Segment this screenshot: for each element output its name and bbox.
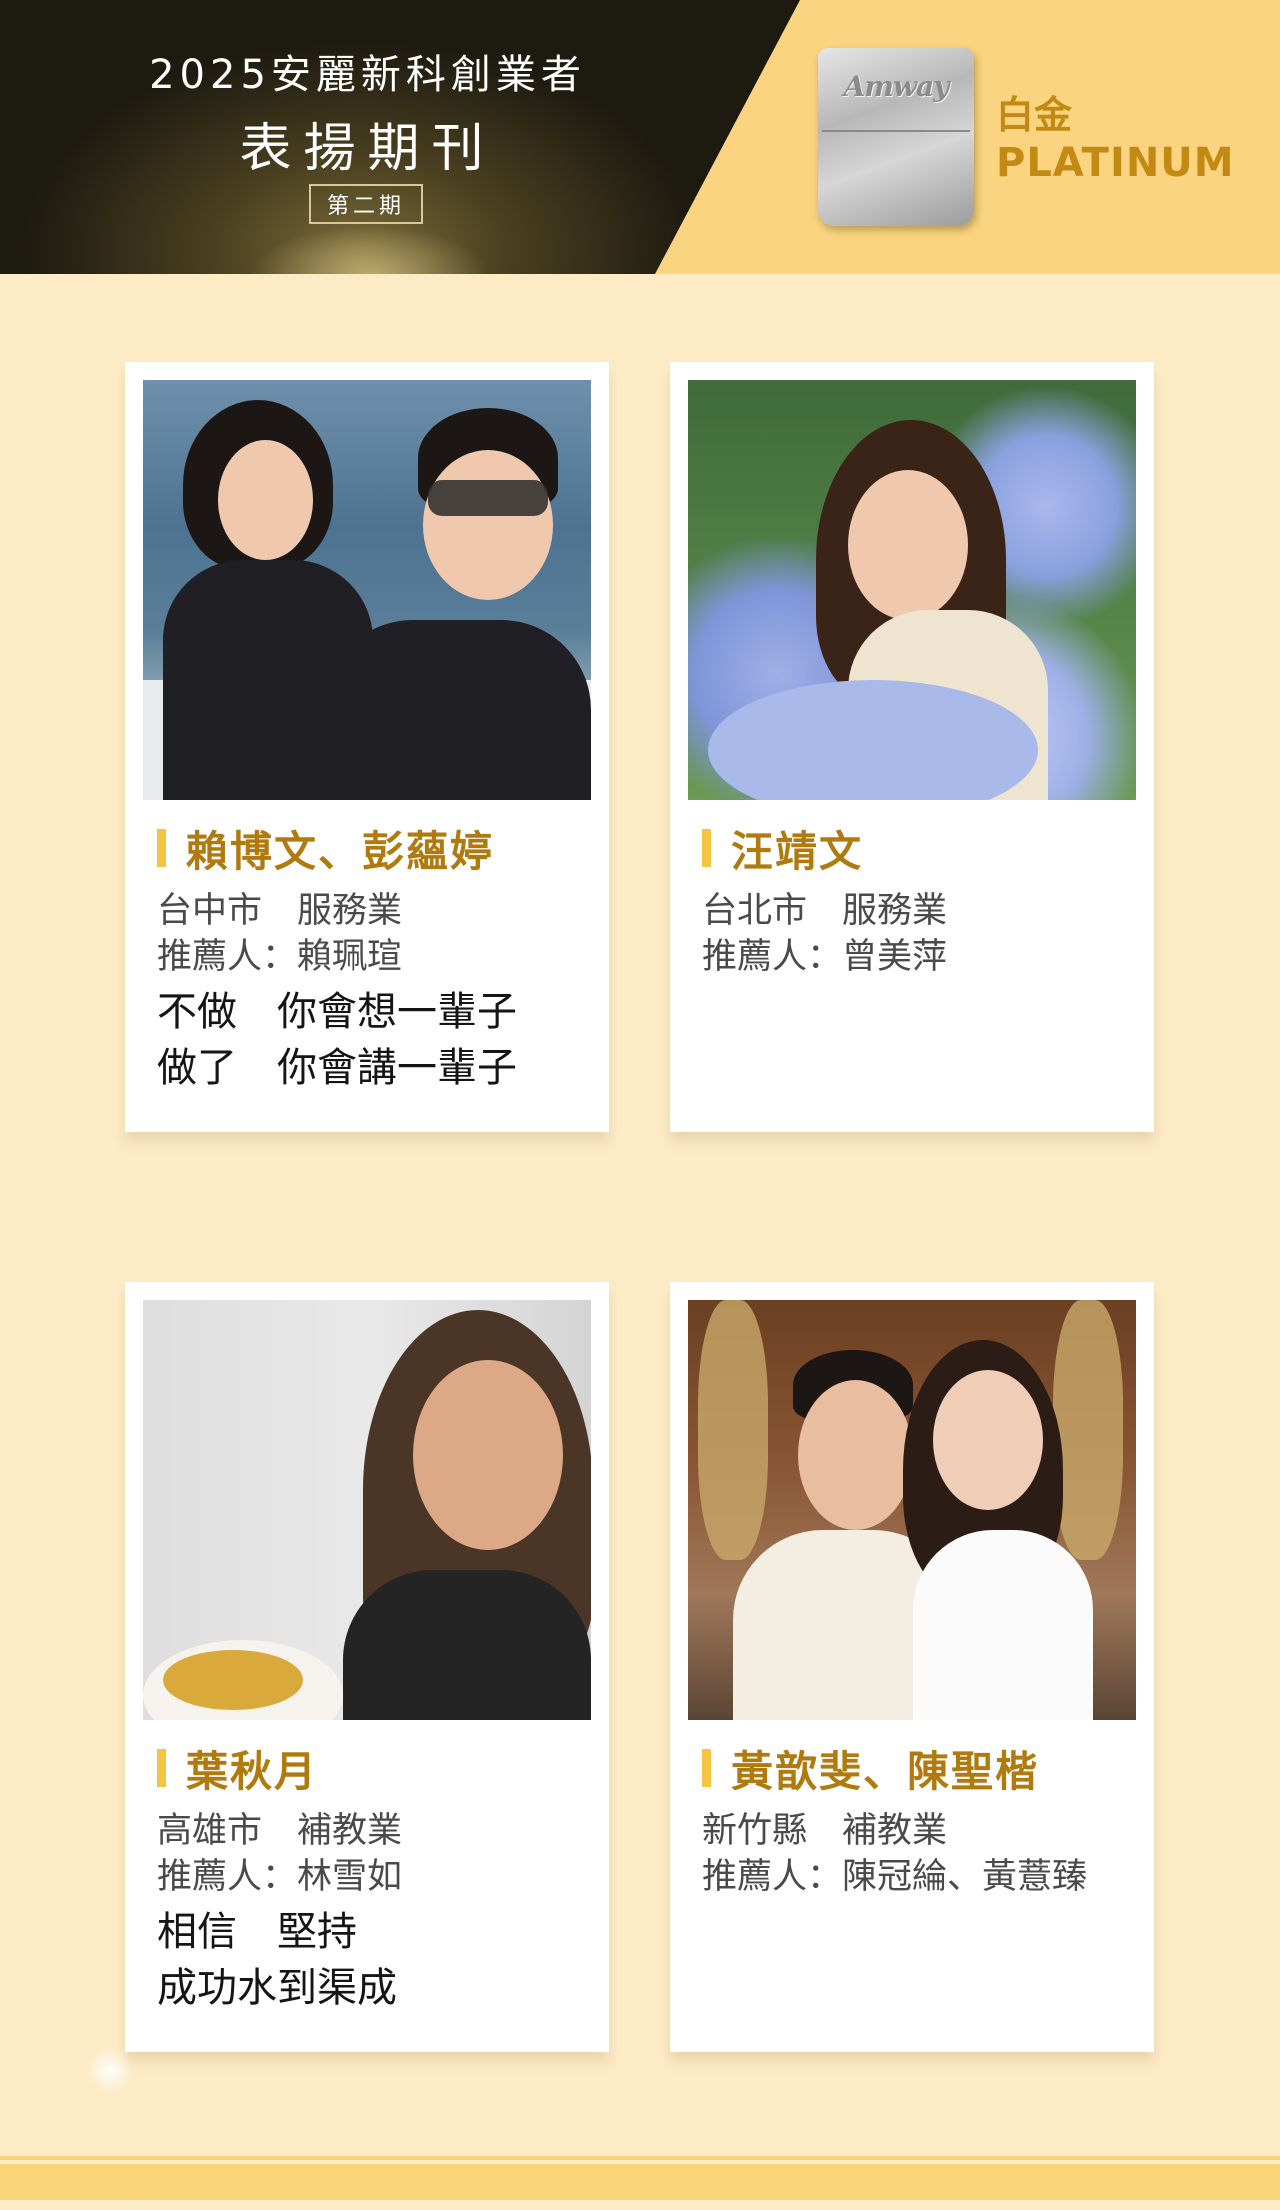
member-location: 台北市 服務業 <box>702 891 948 931</box>
platinum-pin-icon: Amway <box>818 48 974 226</box>
member-card: 賴博文、彭蘊婷 台中市 服務業 推薦人：賴珮瑄 不做 你會想一輩子 做了 你會講… <box>125 362 609 1132</box>
member-location: 台中市 服務業 <box>157 891 403 931</box>
member-quote-line1: 不做 你會想一輩子 <box>157 989 517 1035</box>
member-card: 黃歆斐、陳聖楷 新竹縣 補教業 推薦人：陳冠綸、黃薏臻 <box>670 1282 1154 2052</box>
member-photo <box>143 380 591 800</box>
member-referrer: 推薦人：賴珮瑄 <box>157 937 403 977</box>
member-name-row: 葉秋月 <box>157 1744 318 1796</box>
member-referrer: 推薦人：林雪如 <box>157 1857 403 1897</box>
page-subtitle: 表揚期刊 <box>239 119 496 179</box>
name-accent-bar <box>702 1749 711 1787</box>
sparkle-decoration <box>80 2040 140 2100</box>
member-photo <box>688 380 1136 800</box>
member-name-row: 汪靖文 <box>702 824 863 876</box>
member-location: 高雄市 補教業 <box>157 1811 403 1851</box>
header-banner: 2025安麗新科創業者 表揚期刊 第二期 Amway 白金 PLATINUM <box>0 0 1280 274</box>
member-photo <box>688 1300 1136 1720</box>
member-name: 葉秋月 <box>186 1746 319 1796</box>
member-referrer: 推薦人：陳冠綸、黃薏臻 <box>702 1857 1088 1897</box>
footer-divider <box>0 2160 1280 2164</box>
member-name: 賴博文、彭蘊婷 <box>186 826 495 876</box>
amway-logo: Amway <box>843 70 950 103</box>
member-name: 汪靖文 <box>731 826 864 876</box>
level-label-zh: 白金 <box>996 93 1073 137</box>
member-name-row: 黃歆斐、陳聖楷 <box>702 1744 1039 1796</box>
member-quote-line2: 成功水到渠成 <box>157 1965 397 2011</box>
header-glow <box>250 225 490 274</box>
member-quote-line1: 相信 堅持 <box>157 1909 357 1955</box>
issue-badge: 第二期 <box>309 184 423 224</box>
member-quote-line2: 做了 你會講一輩子 <box>157 1045 517 1091</box>
name-accent-bar <box>157 829 166 867</box>
member-referrer: 推薦人：曾美萍 <box>702 937 948 977</box>
member-name-row: 賴博文、彭蘊婷 <box>157 824 494 876</box>
member-location: 新竹縣 補教業 <box>702 1811 948 1851</box>
level-label-en: PLATINUM <box>996 140 1235 186</box>
name-accent-bar <box>157 1749 166 1787</box>
member-photo <box>143 1300 591 1720</box>
member-card: 汪靖文 台北市 服務業 推薦人：曾美萍 <box>670 362 1154 1132</box>
name-accent-bar <box>702 829 711 867</box>
member-card: 葉秋月 高雄市 補教業 推薦人：林雪如 相信 堅持 成功水到渠成 <box>125 1282 609 2052</box>
member-name: 黃歆斐、陳聖楷 <box>731 1746 1040 1796</box>
page-title: 2025安麗新科創業者 <box>149 52 586 98</box>
